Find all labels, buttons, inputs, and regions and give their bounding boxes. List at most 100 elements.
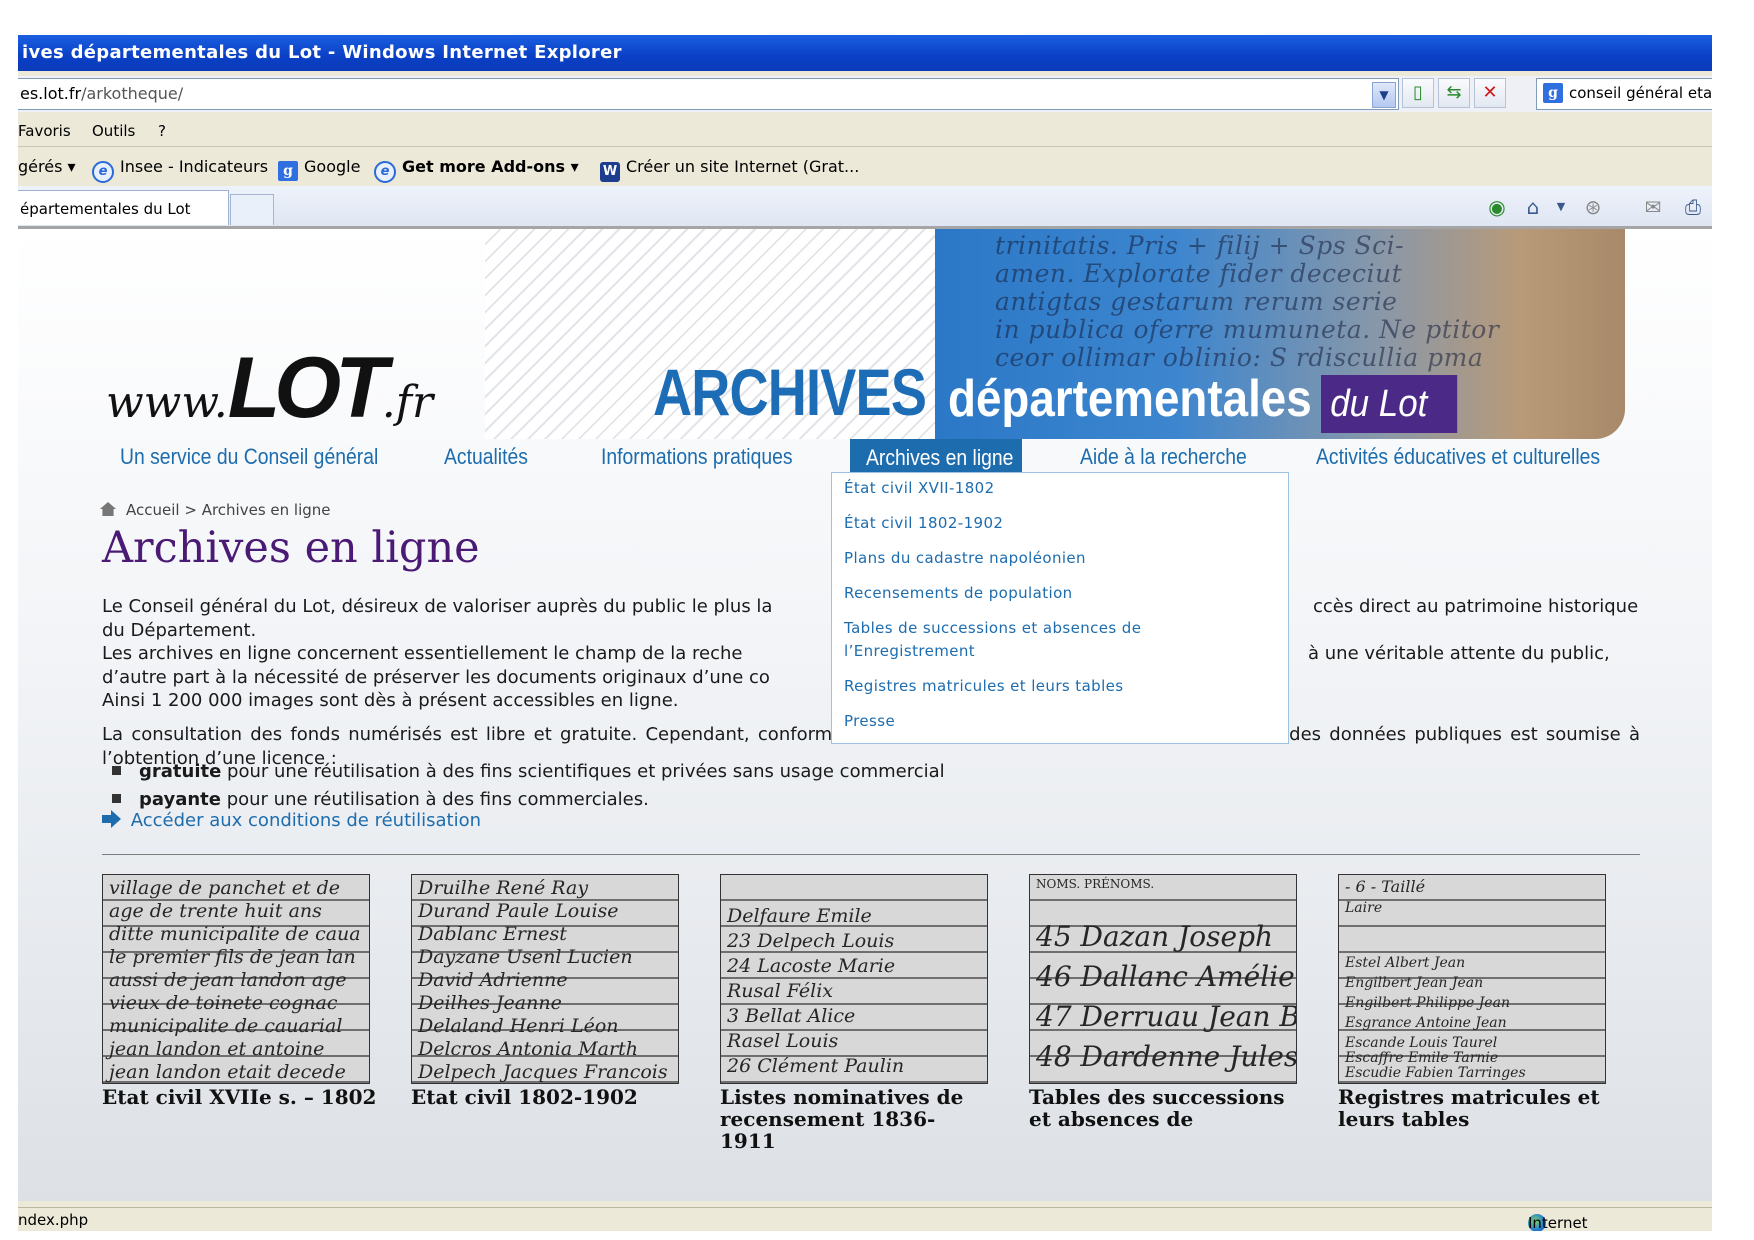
address-row: es.lot.fr/arkotheque/ ▼ ▯ ⇆ ✕ g conseil …	[18, 76, 1712, 112]
nav-aide-recherche[interactable]: Aide à la recherche	[1080, 439, 1247, 475]
manuscript-line: in publica oferre mumuneta. Ne ptitor	[995, 315, 1500, 344]
script-line: Deilhes Jeanne	[418, 992, 562, 1014]
manuscript-line: ceor ollimar oblinio: S rdiscullia pma	[995, 343, 1484, 372]
bullet-payante: payante pour une réutilisation à des fin…	[112, 789, 649, 810]
caption-etat-civil-1802[interactable]: Etat civil 1802-1902	[411, 1086, 691, 1108]
new-tab-button[interactable]	[230, 194, 274, 225]
tab-current[interactable]: épartementales du Lot	[18, 190, 229, 225]
paragraph-2-line3: Ainsi 1 200 000 images sont dès à présen…	[102, 690, 679, 711]
thumb-etat-civil-xvii[interactable]: village de panchet et de age de trente h…	[102, 874, 370, 1084]
script-line: 48 Dardenne Jules auguste	[1036, 1040, 1297, 1073]
caption-tables-successions[interactable]: Tables des successions et absences de	[1029, 1086, 1299, 1130]
status-url: ndex.php	[18, 1211, 89, 1229]
window-title: ives départementales du Lot - Windows In…	[22, 42, 622, 63]
script-line: Delpech Jacques Francois	[418, 1061, 668, 1083]
menu-help[interactable]: ?	[158, 122, 166, 140]
dropdown-item-presse[interactable]: Presse	[844, 710, 895, 733]
banner-departementales: départementales	[948, 370, 1312, 428]
site-logo[interactable]: www.LOT.fr	[106, 339, 433, 438]
script-line: 3 Bellat Alice	[727, 1005, 856, 1027]
page-title: Archives en ligne	[102, 523, 480, 573]
print-icon[interactable]: ⎙	[1680, 194, 1706, 220]
script-line: 26 Clément Paulin	[727, 1055, 905, 1077]
dropdown-item-cadastre[interactable]: Plans du cadastre napoléonien	[844, 547, 1086, 570]
favorite-creer-site[interactable]: W Créer un site Internet (Grat...	[600, 157, 859, 182]
paragraph-2-left: Les archives en ligne concernent essenti…	[102, 643, 743, 664]
script-line: municipalite de cauarial	[109, 1015, 343, 1037]
breadcrumb: Accueil > Archives en ligne	[100, 501, 331, 519]
favorite-google[interactable]: g Google	[278, 157, 360, 181]
caption-registres-matricules[interactable]: Registres matricules et leurs tables	[1338, 1086, 1608, 1130]
dropdown-item-recensements[interactable]: Recensements de population	[844, 582, 1073, 605]
favorite-insee[interactable]: e Insee - Indicateurs	[92, 157, 268, 183]
script-line: Dablanc Ernest	[418, 923, 567, 945]
favorites-bar: gérés ▾ e Insee - Indicateurs g Google e Ge…	[18, 148, 1712, 186]
favorites-managed-item[interactable]: gérés ▾	[18, 157, 76, 176]
home-dropdown-icon[interactable]: ▼	[1548, 194, 1574, 220]
menu-outils[interactable]: Outils	[92, 122, 135, 140]
dropdown-item-registres[interactable]: Registres matricules et leurs tables	[844, 675, 1124, 698]
ie-page-icon: e	[374, 161, 396, 183]
refresh-icon[interactable]: ⇆	[1438, 78, 1470, 108]
script-line: vieux de toinete cognac	[109, 992, 338, 1014]
dropdown-item-etat-civil-xvii[interactable]: État civil XVII-1802	[844, 477, 995, 500]
menu-favoris[interactable]: Favoris	[18, 122, 71, 140]
script-line: 24 Lacoste Marie	[727, 955, 896, 977]
google-search-icon: g	[1543, 83, 1563, 103]
compatibility-view-icon[interactable]: ▯	[1402, 78, 1434, 108]
banner-archives-title: ARCHIVES	[653, 355, 927, 429]
feeds-icon[interactable]: ⊛	[1580, 194, 1606, 220]
thumb-etat-civil-1802[interactable]: Druilhe René Ray Durand Paule Louise Dab…	[411, 874, 679, 1084]
menu-bar: Favoris Outils ?	[18, 116, 1712, 147]
script-line: le premier fils de jean lan	[109, 946, 356, 968]
bullet-gratuite: gratuite pour une réutilisation à des fi…	[112, 761, 945, 782]
caption-etat-civil-xvii[interactable]: Etat civil XVIIe s. – 1802	[102, 1086, 382, 1108]
script-line: Engilbert Philippe Jean	[1345, 995, 1510, 1011]
paragraph-1-right: ccès direct au patrimoine historique	[1313, 596, 1639, 617]
nav-conseil-general[interactable]: Un service du Conseil général	[120, 439, 378, 475]
address-bar[interactable]: es.lot.fr/arkotheque/ ▼	[18, 78, 1399, 110]
script-line: David Adrienne	[418, 969, 568, 991]
nav-informations-pratiques[interactable]: Informations pratiques	[601, 439, 793, 475]
dropdown-item-successions[interactable]: Tables de successions et absences de	[844, 617, 1141, 640]
thumb-listes-nominatives[interactable]: Delfaure Emile 23 Delpech Louis 24 Lacos…	[720, 874, 988, 1084]
breadcrumb-home[interactable]: Accueil	[126, 501, 180, 519]
stop-icon[interactable]: ✕	[1474, 78, 1506, 108]
paragraph-1-left: Le Conseil général du Lot, désireux de v…	[102, 596, 773, 617]
script-line: Esgrance Antoine Jean	[1345, 1015, 1507, 1031]
thumb-registres-matricules[interactable]: - 6 - Taillé Laire Estel Albert Jean Eng…	[1338, 874, 1606, 1084]
search-box[interactable]: g conseil général etat	[1536, 78, 1712, 110]
bullet-marker	[112, 766, 121, 775]
thumb-tables-successions[interactable]: NOMS. PRÉNOMS. 45 Dazan Joseph 46 Dallan…	[1029, 874, 1297, 1084]
dropdown-item-etat-civil-1802[interactable]: État civil 1802-1902	[844, 512, 1003, 535]
address-url[interactable]: es.lot.fr/arkotheque/	[20, 84, 183, 103]
script-line: ditte municipalite de caua	[109, 923, 361, 945]
script-line: Dayzane Usenl Lucien	[418, 946, 633, 968]
nav-activites[interactable]: Activités éducatives et culturelles	[1316, 439, 1600, 475]
search-input[interactable]: conseil général etat	[1569, 84, 1712, 102]
script-line: NOMS. PRÉNOMS.	[1036, 877, 1155, 891]
home-icon[interactable]: ⌂	[1520, 194, 1546, 220]
bullet-marker	[112, 794, 121, 803]
title-bar: ives départementales du Lot - Windows In…	[18, 35, 1712, 71]
script-line: Durand Paule Louise	[418, 900, 619, 922]
manuscript-line: antigtas gestarum rerum serie	[995, 287, 1398, 316]
mail-icon[interactable]: ✉	[1640, 194, 1666, 220]
favorite-get-addons[interactable]: e Get more Add-ons ▾	[374, 157, 579, 183]
archives-dropdown-menu: État civil XVII-1802 État civil 1802-190…	[831, 472, 1289, 744]
caption-listes-nominatives[interactable]: Listes nominatives de recensement 1836-1…	[720, 1086, 990, 1152]
reuse-conditions-link[interactable]: Accéder aux conditions de réutilisation	[102, 810, 481, 831]
ie-page-icon: e	[92, 161, 114, 183]
script-line: Estel Albert Jean	[1345, 955, 1466, 971]
script-line: age de trente huit ans	[109, 900, 322, 922]
logo-www: www.	[106, 377, 228, 428]
dropdown-item-successions-line2[interactable]: l’Enregistrement	[844, 640, 975, 663]
script-line: Escande Louis Taurel	[1345, 1035, 1498, 1051]
addon-icon[interactable]: ◉	[1484, 194, 1510, 220]
home-icon[interactable]	[100, 502, 116, 516]
banner-du-lot: du Lot	[1321, 375, 1458, 433]
script-line: Laire	[1345, 900, 1383, 916]
paragraph-1-line2: du Département.	[102, 620, 257, 641]
address-dropdown-button[interactable]: ▼	[1372, 82, 1396, 108]
nav-actualites[interactable]: Actualités	[444, 439, 528, 475]
